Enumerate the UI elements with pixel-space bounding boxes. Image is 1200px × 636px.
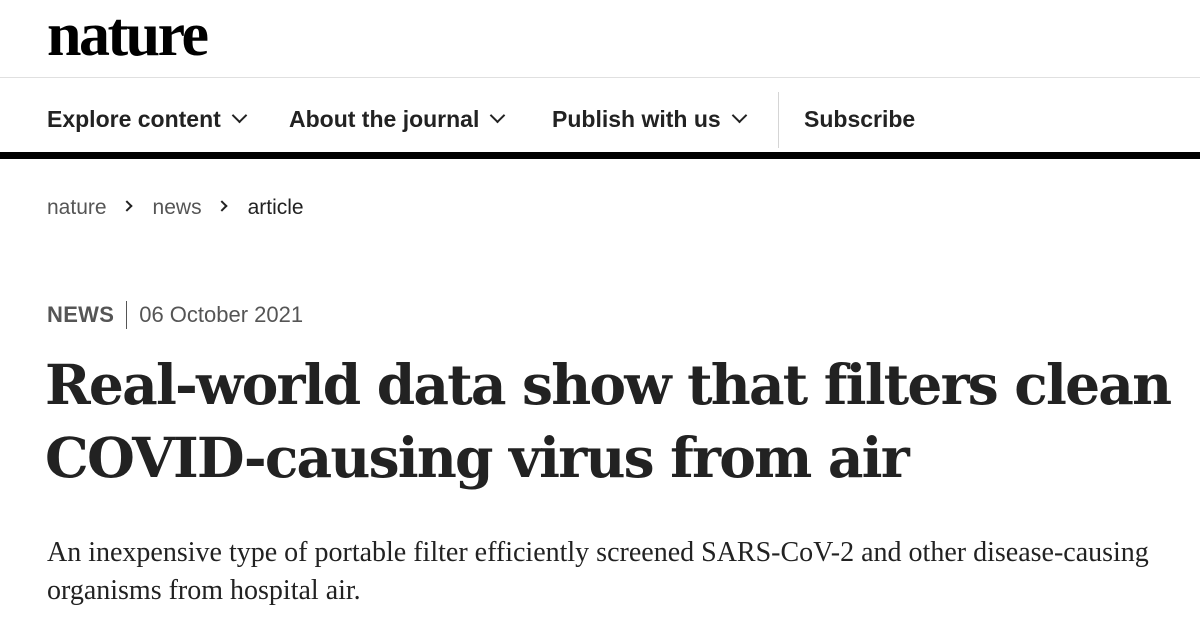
breadcrumb-news[interactable]: news xyxy=(153,196,202,220)
nav-item-label: Publish with us xyxy=(552,105,721,132)
nav-item-label: About the journal xyxy=(289,105,480,132)
chevron-down-icon xyxy=(731,107,747,124)
main-nav: Explore content About the journal Publis… xyxy=(0,79,1200,159)
breadcrumb-article: article xyxy=(247,196,304,219)
breadcrumb-nature[interactable]: nature xyxy=(47,196,107,220)
nav-divider xyxy=(778,92,779,148)
site-header: nature xyxy=(0,0,1200,78)
nav-explore-content[interactable]: Explore content xyxy=(47,79,248,159)
publish-date: 06 October 2021 xyxy=(139,302,304,327)
chevron-right-icon xyxy=(215,200,228,212)
chevron-down-icon xyxy=(490,107,506,124)
meta-divider xyxy=(126,301,128,329)
nav-item-label: Explore content xyxy=(47,105,221,132)
chevron-down-icon xyxy=(231,107,248,124)
article-meta: NEWS 06 October 2021 xyxy=(47,301,303,329)
article-title: Real-world data show that filters clean … xyxy=(45,352,1172,490)
nature-logo[interactable]: nature xyxy=(47,4,209,66)
article-standfirst: An inexpensive type of portable filter e… xyxy=(47,537,1149,606)
breadcrumb: nature news article xyxy=(47,196,304,220)
chevron-right-icon xyxy=(120,200,133,212)
nav-about-the-journal[interactable]: About the journal xyxy=(289,79,506,159)
article-type: NEWS xyxy=(47,302,115,327)
subscribe-link[interactable]: Subscribe xyxy=(804,79,915,159)
subscribe-label: Subscribe xyxy=(804,105,916,132)
nav-publish-with-us[interactable]: Publish with us xyxy=(552,79,747,159)
